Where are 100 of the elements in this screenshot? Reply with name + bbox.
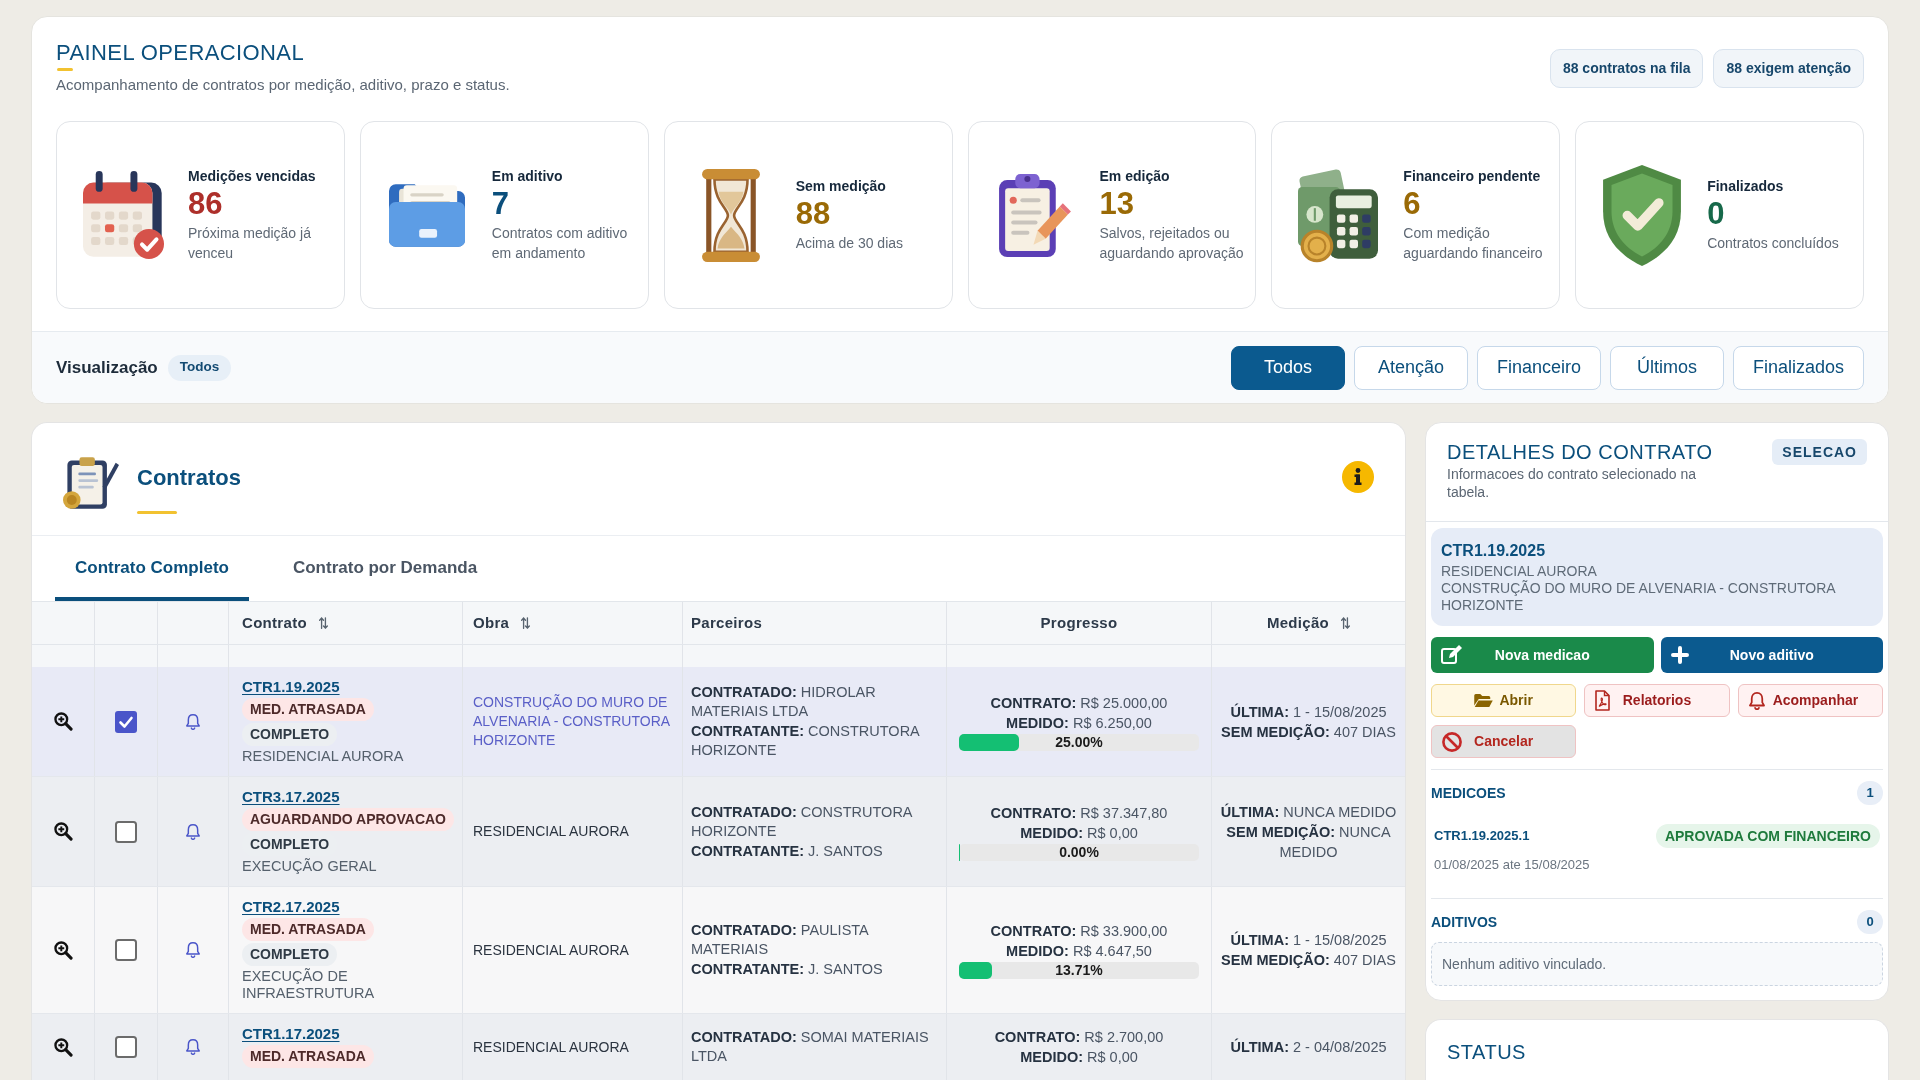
contract-link[interactable]: CTR1.17.2025: [242, 1025, 340, 1043]
follow-button[interactable]: Acompanhar: [1737, 684, 1883, 717]
partner-text: CONTRATADO: SOMAI MATERIAIS LTDA: [691, 1028, 930, 1066]
tab[interactable]: Contrato por Demanda: [272, 539, 498, 601]
status-tag: APROVADA COM FINANCEIRO: [1655, 824, 1880, 848]
amount-text: MEDIDO: R$ 6.250,00: [1006, 713, 1152, 733]
new-measurement-button[interactable]: Nova medicao: [1431, 637, 1654, 673]
partner-text: CONTRATADO: HIDROLAR MATERIAIS LTDA: [691, 683, 877, 721]
panel-heading: STATUS: [1447, 1040, 1527, 1065]
bell-icon[interactable]: [186, 823, 200, 840]
stat-description: Com medição aguardando financeiro: [1403, 224, 1544, 263]
obra-name: CONSTRUÇÃO DO MURO DE ALVENARIA - CONSTRUTORA HORIZONTE: [473, 693, 671, 750]
bell-icon[interactable]: [186, 1039, 200, 1055]
count-badge: 88 exigem atenção: [1713, 49, 1864, 88]
sort-icon[interactable]: [521, 617, 531, 629]
checkbox[interactable]: [115, 710, 137, 733]
filter-button[interactable]: Finalizados: [1732, 345, 1864, 390]
type-tag: COMPLETO: [242, 943, 338, 966]
measurement-text: SEM MEDIÇÃO: 407 DIAS: [1221, 951, 1396, 970]
stat-value: 88: [795, 195, 832, 233]
progress-reading: 13.71%: [1054, 962, 1104, 979]
measurement-text: ÚLTIMA: NUNCA MEDIDO: [1220, 802, 1397, 822]
stat-description: Contratos com aditivo em andamento: [491, 224, 629, 263]
amount-text: MEDIDO: R$ 0,00: [1020, 823, 1138, 843]
partner-text: CONTRATADO: PAULISTA MATERIAIS: [691, 921, 870, 959]
status-tag: MED. ATRASADA: [242, 698, 374, 721]
partner-text: CONTRATANTE: CONSTRUTORA HORIZONTE: [691, 722, 921, 760]
stat-title: Sem medição: [795, 177, 887, 195]
stat-value: 13: [1099, 185, 1135, 223]
stat-value: 7: [491, 185, 511, 223]
column-header: Medição: [1266, 612, 1330, 633]
measurement-text: SEM MEDIÇÃO: 407 DIAS: [1221, 722, 1396, 742]
table-row[interactable]: [32, 887, 1405, 1014]
bell-icon: [1748, 691, 1765, 710]
contract-link[interactable]: CTR3.17.2025: [242, 788, 340, 806]
table-row[interactable]: [32, 667, 1405, 777]
filter-button[interactable]: Financeiro: [1476, 345, 1601, 390]
stat-value: 6: [1403, 185, 1422, 223]
amount-text: CONTRATO: R$ 37.347,80: [990, 803, 1168, 823]
bell-icon[interactable]: [186, 713, 200, 730]
panel-description: Informacoes do contrato selecionado na tabela.: [1447, 465, 1698, 501]
calendar-icon: [82, 171, 164, 259]
zoom-in-icon[interactable]: [53, 822, 73, 841]
shield-check-icon: [1603, 164, 1682, 266]
new-amendment-button[interactable]: Novo aditivo: [1660, 637, 1883, 673]
accent-line: [137, 511, 177, 514]
selected-contract-project: RESIDENCIAL AURORA: [1441, 562, 1598, 580]
hourglass-icon: [701, 168, 760, 262]
money-calculator-icon: [1298, 167, 1379, 263]
filter-button[interactable]: Todos: [1230, 345, 1345, 390]
stat-description: Acima de 30 dias: [795, 234, 904, 253]
edit-icon: [1441, 645, 1462, 665]
measurement-text: ÚLTIMA: 1 - 15/08/2025: [1230, 702, 1387, 722]
status-tag: AGUARDANDO APROVACAO: [242, 808, 454, 831]
empty-amendments-note: Nenhum aditivo vinculado.: [1431, 942, 1883, 986]
status-tag: MED. ATRASADA: [242, 1045, 374, 1068]
measurement-code: CTR1.19.2025.1: [1434, 827, 1530, 846]
amount-text: CONTRATO: R$ 25.000,00: [990, 693, 1168, 713]
checkbox[interactable]: [115, 939, 137, 961]
filter-button[interactable]: Atenção: [1353, 345, 1468, 390]
stat-title: Financeiro pendente: [1403, 167, 1542, 185]
column-header: Obra: [473, 612, 510, 633]
contract-link[interactable]: CTR2.17.2025: [242, 898, 340, 916]
section-heading: ADITIVOS: [1431, 912, 1498, 932]
cancel-button[interactable]: Cancelar: [1431, 725, 1577, 758]
stat-title: Em edição: [1099, 167, 1171, 185]
partner-text: CONTRATADO: CONSTRUTORA HORIZONTE: [691, 802, 914, 841]
table-row[interactable]: CTR1.17.2025 MED. ATRASADA RESIDENCIAL AURORA CONTRATADO: SOMAI MATERIAIS LTDA CONTRATO: R$ 2.700,00 MEDIDO: R$ 0,00 ÚLTIMA: 2 - 04/08/2025: [32, 1014, 1405, 1080]
stat-description: Contratos concluídos: [1707, 234, 1839, 253]
amount-text: CONTRATO: R$ 33.900,00: [990, 922, 1168, 941]
zoom-in-icon[interactable]: [53, 940, 73, 960]
progress-reading: 25.00%: [1054, 733, 1104, 751]
obra-name: RESIDENCIAL AURORA: [473, 940, 629, 960]
count-badge: 88 contratos na fila: [1549, 49, 1704, 88]
project-name: RESIDENCIAL AURORA: [242, 748, 404, 765]
info-icon[interactable]: [1342, 461, 1374, 493]
project-name: EXECUÇÃO GERAL: [242, 858, 377, 875]
checkbox[interactable]: [115, 1036, 137, 1058]
section-title: Contratos: [137, 464, 241, 492]
contract-link[interactable]: CTR1.19.2025: [242, 678, 340, 696]
measurement-text: ÚLTIMA: 2 - 04/08/2025: [1230, 1037, 1387, 1057]
column-header: Contrato: [242, 612, 307, 633]
plus-icon: [1670, 646, 1689, 664]
filter-button[interactable]: Últimos: [1609, 345, 1724, 390]
reports-button[interactable]: Relatorios: [1584, 684, 1730, 717]
panel-subtitle: Acompanhamento de contratos por medição, aditivo, prazo e status.: [56, 75, 510, 95]
zoom-in-icon[interactable]: [53, 1037, 73, 1057]
stat-value: 0: [1707, 195, 1726, 233]
zoom-in-icon[interactable]: [53, 712, 73, 731]
checkbox[interactable]: [115, 820, 137, 843]
table-row[interactable]: [32, 777, 1405, 887]
sort-icon[interactable]: [318, 617, 328, 629]
ban-icon: [1442, 731, 1462, 752]
sort-icon[interactable]: [1341, 617, 1351, 629]
partner-text: CONTRATANTE: J. SANTOS: [691, 960, 884, 979]
stat-title: Finalizados: [1707, 177, 1785, 195]
bell-icon[interactable]: [186, 942, 200, 958]
open-button[interactable]: Abrir: [1431, 684, 1577, 717]
amount-text: CONTRATO: R$ 2.700,00: [994, 1028, 1164, 1047]
selected-contract-code: CTR1.19.2025: [1441, 541, 1547, 561]
